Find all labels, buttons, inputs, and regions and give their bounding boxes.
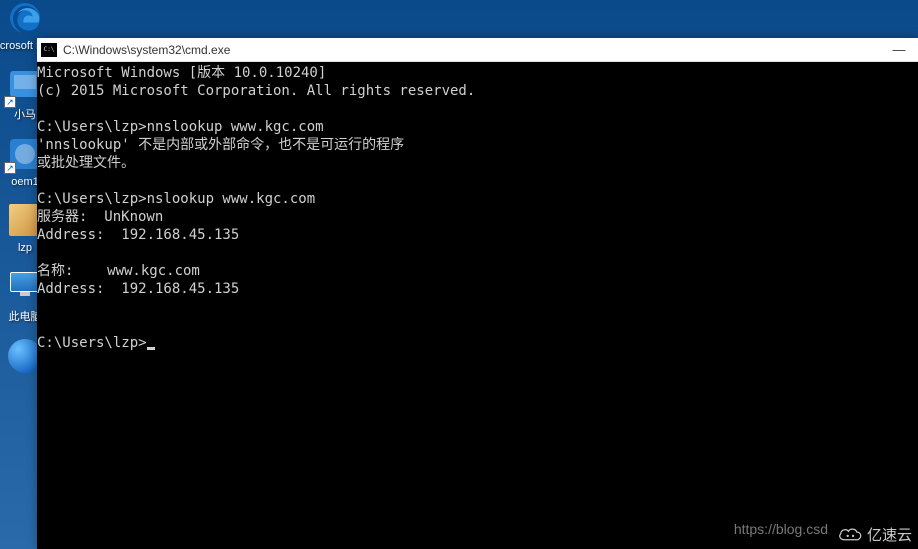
icon-label: 小马 [14, 106, 36, 122]
title-bar[interactable]: C:\Windows\system32\cmd.exe — [37, 38, 918, 62]
out-line: 服务器: UnKnown [37, 209, 163, 225]
out-line: Address: 192.168.45.135 [37, 281, 239, 297]
watermark-text: 亿速云 [867, 524, 912, 545]
icon-label: lzp [18, 242, 32, 254]
terminal-output[interactable]: Microsoft Windows [版本 10.0.10240] (c) 20… [37, 62, 918, 549]
out-line: Microsoft Windows [版本 10.0.10240] [37, 65, 326, 81]
cloud-logo-icon [837, 526, 863, 544]
out-line: 名称: www.kgc.com [37, 263, 200, 279]
prompt: C:\Users\lzp> [37, 335, 147, 351]
out-line: Address: 192.168.45.135 [37, 227, 239, 243]
out-line: 'nnslookup' 不是内部或外部命令，也不是可运行的程序 [37, 137, 404, 153]
window-title: C:\Windows\system32\cmd.exe [63, 43, 884, 57]
edge-icon [5, 0, 45, 38]
out-line: C:\Users\lzp>nslookup www.kgc.com [37, 191, 315, 207]
watermark-brand: 亿速云 [837, 524, 912, 545]
out-line: 或批处理文件。 [37, 155, 135, 171]
cursor [147, 347, 155, 350]
cmd-icon [41, 43, 57, 57]
out-line: (c) 2015 Microsoft Corporation. All righ… [37, 83, 475, 99]
minimize-button[interactable]: — [884, 39, 914, 61]
watermark-url: https://blog.csd [734, 521, 828, 537]
icon-label: oem1 [11, 176, 39, 188]
shortcut-arrow-icon: ↗ [4, 162, 16, 174]
out-line: C:\Users\lzp>nnslookup www.kgc.com [37, 119, 324, 135]
shortcut-arrow-icon: ↗ [4, 96, 16, 108]
cmd-window: C:\Windows\system32\cmd.exe — Microsoft … [37, 38, 918, 549]
